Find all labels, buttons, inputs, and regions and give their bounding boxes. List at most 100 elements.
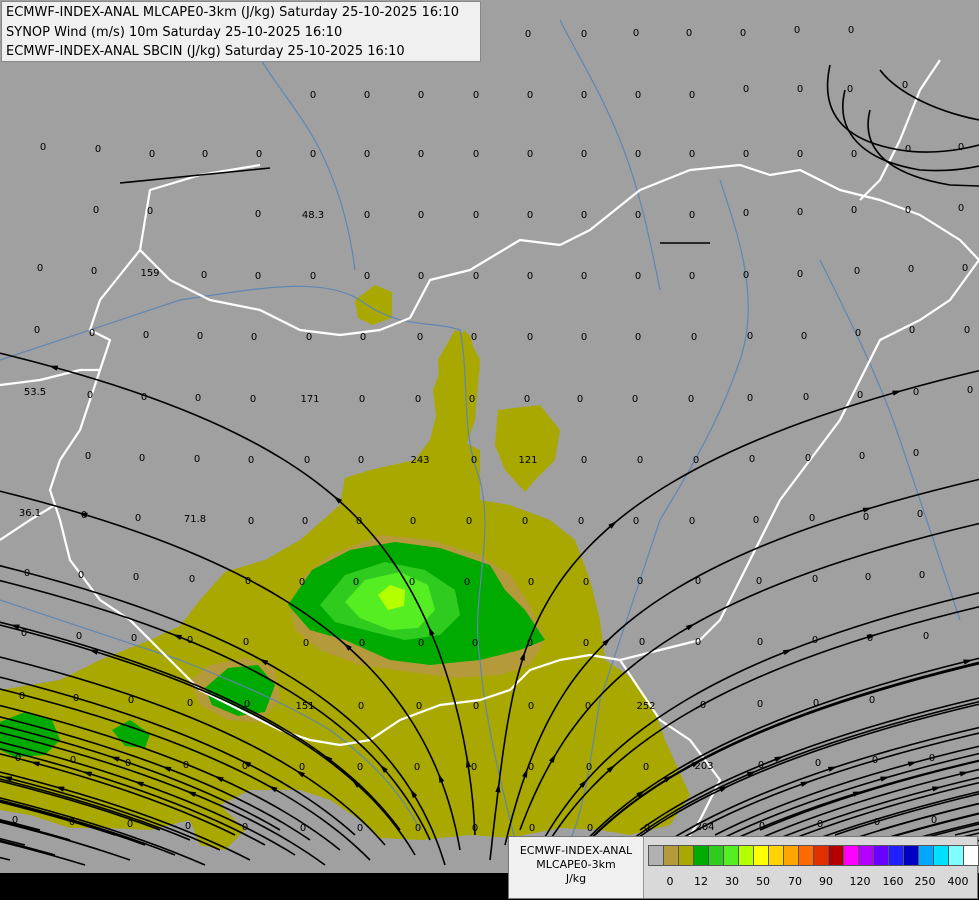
cin-label: 0 (69, 817, 75, 828)
cin-label: 0 (929, 753, 935, 764)
cin-label: 0 (635, 271, 641, 282)
cin-label: 0 (93, 205, 99, 216)
cin-label: 203 (694, 761, 713, 772)
cin-label: 0 (364, 210, 370, 221)
cin-label: 0 (255, 271, 261, 282)
legend-tick-label: 250 (914, 875, 936, 888)
cin-label: 0 (747, 393, 753, 404)
cin-label: 0 (794, 25, 800, 36)
cin-label: 0 (863, 512, 869, 523)
title-line-cape: ECMWF-INDEX-ANAL MLCAPE0-3km (J/kg) Satu… (6, 5, 460, 20)
cin-label: 0 (522, 516, 528, 527)
legend-unit: J/kg (565, 872, 587, 885)
legend-tick-label: 30 (725, 875, 739, 888)
cin-label: 0 (581, 149, 587, 160)
cin-label: 0 (357, 823, 363, 834)
cin-label: 0 (923, 631, 929, 642)
cin-label: 0 (15, 753, 21, 764)
cin-label: 0 (847, 84, 853, 95)
cin-label: 252 (636, 701, 655, 712)
legend-swatch (693, 845, 709, 866)
cin-label: 0 (364, 149, 370, 160)
cin-label: 243 (410, 455, 429, 466)
cin-label: 0 (471, 762, 477, 773)
cin-label: 0 (633, 516, 639, 527)
cin-label: 0 (874, 817, 880, 828)
cin-label: 0 (464, 577, 470, 588)
cin-label: 0 (410, 516, 416, 527)
cin-label: 0 (809, 513, 815, 524)
cin-label: 0 (135, 513, 141, 524)
cin-label: 0 (415, 823, 421, 834)
cin-label: 0 (473, 90, 479, 101)
cin-label: 0 (583, 577, 589, 588)
cin-label: 0 (689, 90, 695, 101)
cin-label: 0 (695, 576, 701, 587)
weather-map: 00000000000000000000000000000000000001.6… (0, 0, 979, 900)
cin-label: 0 (89, 328, 95, 339)
cin-label: 0 (143, 330, 149, 341)
cin-label: 0 (581, 90, 587, 101)
cin-label: 151 (295, 701, 314, 712)
cin-label: 0 (581, 332, 587, 343)
cin-label: 0 (691, 332, 697, 343)
cin-label: 0 (527, 210, 533, 221)
cin-label: 0 (805, 453, 811, 464)
cin-label: 0 (905, 205, 911, 216)
cin-label: 0 (409, 577, 415, 588)
cin-label: 0 (353, 577, 359, 588)
cin-label: 0 (469, 394, 475, 405)
cin-label: 0 (528, 701, 534, 712)
cin-label: 0 (19, 691, 25, 702)
cin-label: 0 (851, 149, 857, 160)
legend-swatch (948, 845, 964, 866)
cin-label: 0 (693, 455, 699, 466)
cin-label: 0 (24, 568, 30, 579)
cin-label: 0 (524, 394, 530, 405)
title-line-cin: ECMWF-INDEX-ANAL SBCIN (J/kg) Saturday 2… (6, 44, 405, 59)
cin-label: 0 (700, 700, 706, 711)
cin-label: 0 (248, 516, 254, 527)
cin-label: 0 (78, 570, 84, 581)
cin-label: 0 (817, 819, 823, 830)
title-line-wind: SYNOP Wind (m/s) 10m Saturday 25-10-2025… (6, 24, 343, 40)
cin-label: 0 (633, 28, 639, 39)
legend-swatch (768, 845, 784, 866)
cin-label: 0 (639, 637, 645, 648)
cin-label: 0 (471, 455, 477, 466)
cin-label: 0 (414, 762, 420, 773)
cin-label: 0 (356, 516, 362, 527)
cin-label: 0 (867, 633, 873, 644)
cin-label: 0 (635, 210, 641, 221)
cin-label: 0 (125, 758, 131, 769)
cin-label: 36.1 (19, 508, 41, 519)
legend-swatch (648, 845, 664, 866)
cin-label: 0 (743, 208, 749, 219)
cin-label: 0 (299, 577, 305, 588)
legend-title: ECMWF-INDEX-ANAL (519, 844, 633, 857)
cin-label: 0 (583, 638, 589, 649)
legend-label: ECMWF-INDEX-ANAL MLCAPE0-3km J/kg (509, 837, 644, 898)
legend-swatch (798, 845, 814, 866)
legend-tick-label: 12 (694, 875, 708, 888)
legend-swatch (828, 845, 844, 866)
cin-label: 0 (962, 263, 968, 274)
cin-label: 0 (812, 635, 818, 646)
cin-label: 0 (187, 698, 193, 709)
cin-label: 0 (632, 394, 638, 405)
cin-label: 0 (902, 80, 908, 91)
cin-label: 0 (689, 149, 695, 160)
cin-label: 0 (635, 332, 641, 343)
cin-label: 0 (310, 271, 316, 282)
legend-swatch (843, 845, 859, 866)
cin-label: 0 (141, 392, 147, 403)
cin-label: 0 (872, 755, 878, 766)
cin-label: 0 (299, 762, 305, 773)
cin-label: 0 (527, 90, 533, 101)
cin-label: 0 (637, 455, 643, 466)
cin-label: 0 (418, 271, 424, 282)
cin-label: 0 (587, 823, 593, 834)
cin-label: 0 (250, 394, 256, 405)
cin-label: 0 (967, 385, 973, 396)
cin-label: 0 (359, 394, 365, 405)
